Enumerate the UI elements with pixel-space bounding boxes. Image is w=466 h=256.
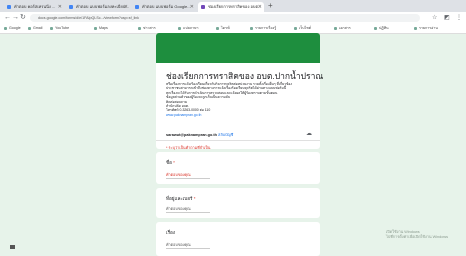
windows-activation-notice: เปิดใช้งาน Windows ไปที่การตั้งค่าเพื่อเ…	[386, 230, 449, 239]
tab-active-form[interactable]: ช่องเรียกการทราสิคของ อบต... ✕	[198, 2, 264, 12]
taskbar-icon[interactable]	[10, 245, 15, 249]
url-text: docs.google.com/forms/d/e/1FAIpQLSc.../v…	[38, 16, 139, 20]
tab-label: ช่องเรียกการทราสิคของ อบต...	[208, 4, 262, 9]
answer-underline	[166, 178, 210, 179]
question-label: ที่อยู่และเบอร์ *	[166, 196, 196, 201]
reload-icon[interactable]: ↻	[20, 13, 26, 23]
bookmark-icon	[374, 26, 377, 30]
close-icon[interactable]: ✕	[258, 2, 262, 12]
bookmark-icon	[250, 26, 253, 30]
bookmark-item[interactable]: เอกสาร	[334, 24, 370, 33]
bookmark-icon	[50, 26, 53, 30]
bookmark-item[interactable]: Google	[4, 24, 26, 33]
back-icon[interactable]: ←	[4, 13, 11, 23]
bookmark-item[interactable]: ไดรฟ์	[216, 24, 246, 33]
bookmark-item[interactable]: Maps	[94, 24, 134, 33]
question-label: ชื่อ *	[166, 160, 175, 165]
forms-favicon-icon	[201, 5, 205, 9]
answer-underline	[166, 248, 210, 249]
form-title: ช่องเรียกการทราสิคของ อบต.ปากน้ำปราณ	[166, 71, 324, 81]
favicon-icon	[7, 5, 11, 9]
website-link[interactable]: www.paknampran.go.th	[166, 113, 201, 117]
bookmark-icon	[138, 26, 141, 30]
tab-bar: คำตอบ คอร์สเทรนนิ่ง ... ✕ คำตอบ แบบฟอร์มล…	[0, 0, 466, 12]
tab-label: คำตอบ แบบฟอร์มลงทะเบียน...	[76, 4, 129, 9]
bookmark-icon	[4, 26, 7, 30]
new-tab-button[interactable]: +	[268, 1, 273, 10]
close-icon[interactable]: ✕	[58, 2, 62, 12]
bookmark-item[interactable]: รายการอ่าน	[414, 24, 454, 33]
address-bar-row: ← → ↻ docs.google.com/forms/d/e/1FAIpQLS…	[0, 12, 466, 24]
question-card: ชื่อ * คำตอบของคุณ	[156, 152, 320, 184]
required-note: * ระบุว่าเป็นคำถามที่จำเป็น	[166, 146, 211, 150]
tab-2[interactable]: คำตอบ แบบฟอร์มลงทะเบียน... ✕	[66, 2, 130, 12]
close-icon[interactable]: ✕	[190, 2, 194, 12]
bookmark-icon	[216, 26, 219, 30]
close-icon[interactable]: ✕	[124, 2, 128, 12]
url-input[interactable]: docs.google.com/forms/d/e/1FAIpQLSc.../v…	[30, 14, 420, 22]
bookmark-item[interactable]: รายการเรื่องรู้	[250, 24, 290, 33]
extensions-icon[interactable]: ◩	[444, 13, 450, 23]
form-description: หรือเรื่องการแจ้ง/ร้องเรียนเกี่ยวกับกิจก…	[166, 82, 292, 117]
tab-label: คำตอบ คอร์สเทรนนิ่ง ...	[14, 4, 56, 9]
bookmark-icon	[94, 26, 97, 30]
bookmark-item[interactable]: ปฏิทิน	[374, 24, 410, 33]
question-card: ที่อยู่และเบอร์ * คำตอบของคุณ	[156, 188, 320, 218]
bookmark-icon	[294, 26, 297, 30]
bookmark-item[interactable]: ข่าวสาร	[138, 24, 174, 33]
form-title-card: ช่องเรียกการทราสิคของ อบต.ปากน้ำปราณ หรื…	[156, 57, 324, 150]
favicon-icon	[69, 5, 73, 9]
answer-underline	[166, 212, 210, 213]
tab-1[interactable]: คำตอบ คอร์สเทรนนิ่ง ... ✕	[4, 2, 64, 12]
question-label: เรื่อง	[166, 230, 176, 235]
bookmark-item[interactable]: Gmail	[28, 24, 48, 33]
account-line: sarawut@paknampran.go.th สลับบัญชี	[166, 132, 233, 138]
account-email: sarawut@paknampran.go.th	[166, 133, 217, 137]
bookmark-icon	[414, 26, 417, 30]
question-card: เรื่อง คำตอบของคุณ	[156, 222, 320, 256]
bookmark-icon	[28, 26, 31, 30]
favicon-icon	[135, 5, 139, 9]
cloud-save-icon: ☁	[306, 131, 312, 137]
bookmark-item[interactable]: YouTube	[50, 24, 90, 33]
tab-label: คำตอบ แบบฟอร์ม Google...	[142, 4, 191, 9]
tab-3[interactable]: คำตอบ แบบฟอร์ม Google... ✕	[132, 2, 196, 12]
bookmark-icon	[334, 26, 337, 30]
bookmark-item[interactable]: เว็บไซต์	[294, 24, 330, 33]
menu-icon[interactable]: ⋮	[456, 13, 462, 23]
forward-icon[interactable]: →	[12, 13, 19, 23]
switch-account-link[interactable]: สลับบัญชี	[218, 133, 233, 137]
bookmark-icon	[178, 26, 181, 30]
bookmark-item[interactable]: แปลภาษา	[178, 24, 212, 33]
divider	[156, 140, 320, 141]
star-icon[interactable]: ☆	[432, 13, 437, 23]
